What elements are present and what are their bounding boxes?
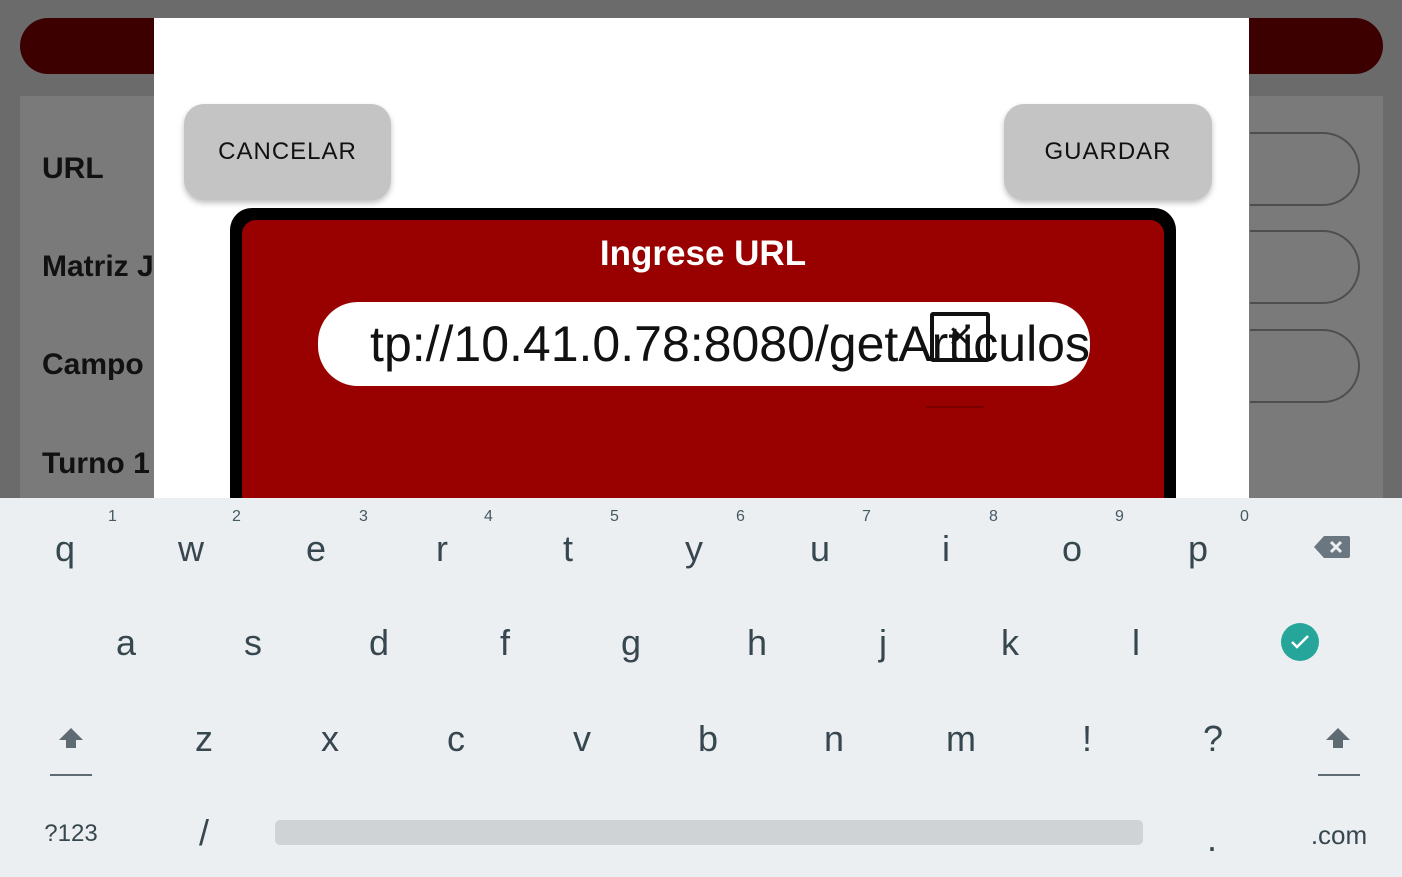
key-b[interactable]: b <box>645 718 771 760</box>
key-y[interactable]: y <box>631 528 757 570</box>
checkmark-icon[interactable] <box>1281 623 1319 661</box>
cancel-button[interactable]: CANCELAR <box>184 104 391 200</box>
key-hint: 4 <box>484 508 493 525</box>
key-hint: 8 <box>989 508 998 525</box>
key-x[interactable]: x <box>267 718 393 760</box>
key-question[interactable]: ? <box>1150 718 1276 760</box>
soft-keyboard: q 1 w 2 e 3 r 4 t 5 y 6 u 7 i 8 o 9 p 0 … <box>0 498 1402 877</box>
key-hint: 1 <box>108 508 117 525</box>
key-l[interactable]: l <box>1073 622 1199 664</box>
key-hint: 7 <box>862 508 871 525</box>
key-h[interactable]: h <box>694 622 820 664</box>
symbols-key[interactable]: ?123 <box>8 820 134 848</box>
key-n[interactable]: n <box>771 718 897 760</box>
shift-icon[interactable] <box>1308 726 1368 755</box>
key-j[interactable]: j <box>820 622 946 664</box>
label-campo: Campo <box>42 348 144 381</box>
key-g[interactable]: g <box>568 622 694 664</box>
key-i[interactable]: i <box>883 528 1009 570</box>
key-c[interactable]: c <box>393 718 519 760</box>
label-url: URL <box>42 152 104 185</box>
key-hint: 6 <box>736 508 745 525</box>
key-e[interactable]: e <box>253 528 379 570</box>
matriz-field[interactable] <box>1250 230 1360 304</box>
key-v[interactable]: v <box>519 718 645 760</box>
shift-indicator <box>50 774 92 776</box>
save-button[interactable]: GUARDAR <box>1004 104 1212 200</box>
shift-icon[interactable] <box>41 726 101 755</box>
edit-url-dialog: CANCELAR GUARDAR Ingrese URL tp://10.41.… <box>154 18 1249 498</box>
key-p[interactable]: p <box>1135 528 1261 570</box>
key-t[interactable]: t <box>505 528 631 570</box>
key-o[interactable]: o <box>1009 528 1135 570</box>
key-exclamation[interactable]: ! <box>1024 718 1150 760</box>
key-hint: 0 <box>1240 508 1249 525</box>
key-w[interactable]: w <box>128 528 254 570</box>
key-slash[interactable]: / <box>141 812 267 854</box>
key-d[interactable]: d <box>316 622 442 664</box>
divider <box>926 406 984 408</box>
clear-text-icon[interactable]: ✕ <box>930 312 990 362</box>
key-u[interactable]: u <box>757 528 883 570</box>
key-s[interactable]: s <box>190 622 316 664</box>
url-title: Ingrese URL <box>599 234 807 273</box>
dotcom-key[interactable]: .com <box>1276 820 1402 851</box>
shift-indicator <box>1318 774 1360 776</box>
label-turno: Turno 1 <box>42 447 150 480</box>
key-a[interactable]: a <box>63 622 189 664</box>
key-k[interactable]: k <box>947 622 1073 664</box>
backspace-icon[interactable] <box>1312 534 1352 565</box>
key-q[interactable]: q <box>2 528 128 570</box>
label-matriz: Matriz J <box>42 250 154 283</box>
key-hint: 5 <box>610 508 619 525</box>
url-card: Ingrese URL tp://10.41.0.78:8080/getArti… <box>230 208 1176 498</box>
url-card-body: Ingrese URL tp://10.41.0.78:8080/getArti… <box>242 220 1164 498</box>
key-m[interactable]: m <box>898 718 1024 760</box>
key-hint: 2 <box>232 508 241 525</box>
url-field[interactable] <box>1250 132 1360 206</box>
campo-field[interactable] <box>1250 329 1360 403</box>
key-hint: 9 <box>1115 508 1124 525</box>
spacebar[interactable] <box>275 820 1143 845</box>
key-hint: 3 <box>359 508 368 525</box>
key-f[interactable]: f <box>442 622 568 664</box>
key-period[interactable]: . <box>1149 818 1275 860</box>
key-r[interactable]: r <box>379 528 505 570</box>
key-z[interactable]: z <box>141 718 267 760</box>
